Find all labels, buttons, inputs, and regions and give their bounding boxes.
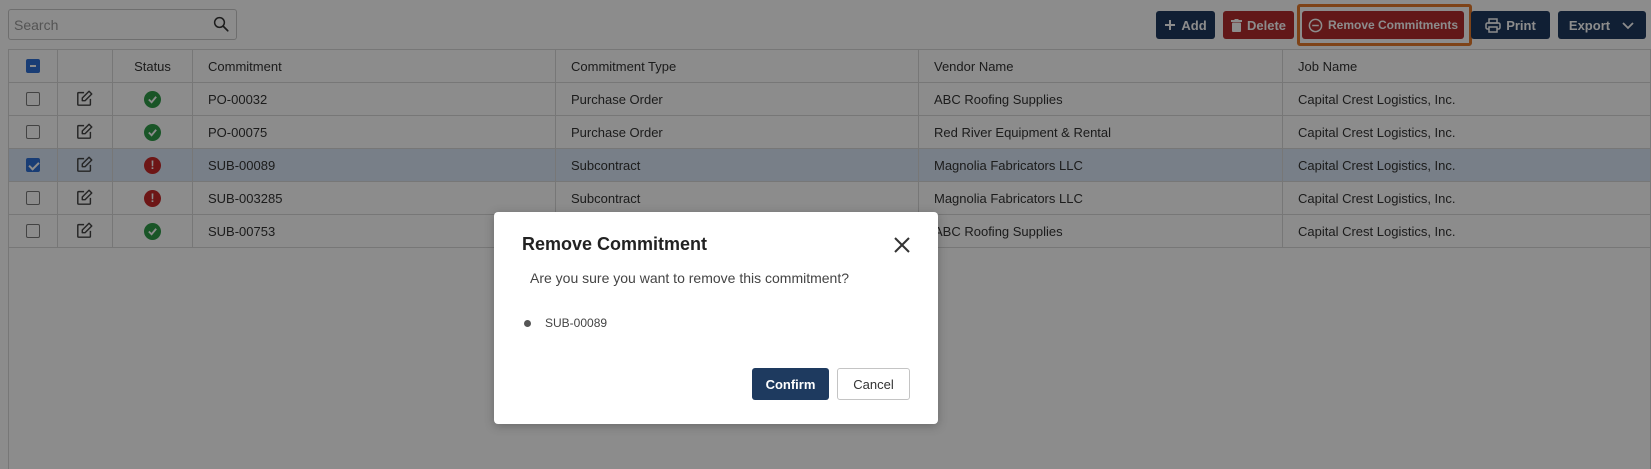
cancel-button[interactable]: Cancel bbox=[837, 368, 910, 400]
close-icon[interactable] bbox=[891, 234, 913, 256]
dialog-item-label: SUB-00089 bbox=[545, 316, 608, 330]
bullet-icon bbox=[524, 319, 531, 327]
confirm-button[interactable]: Confirm bbox=[752, 368, 829, 400]
dialog-message: Are you sure you want to remove this com… bbox=[530, 270, 850, 286]
dialog-item-list: SUB-00089 bbox=[524, 316, 607, 330]
list-item: SUB-00089 bbox=[524, 316, 607, 330]
dialog-title: Remove Commitment bbox=[522, 234, 708, 254]
remove-commitment-dialog: Remove Commitment Are you sure you want … bbox=[494, 212, 938, 424]
